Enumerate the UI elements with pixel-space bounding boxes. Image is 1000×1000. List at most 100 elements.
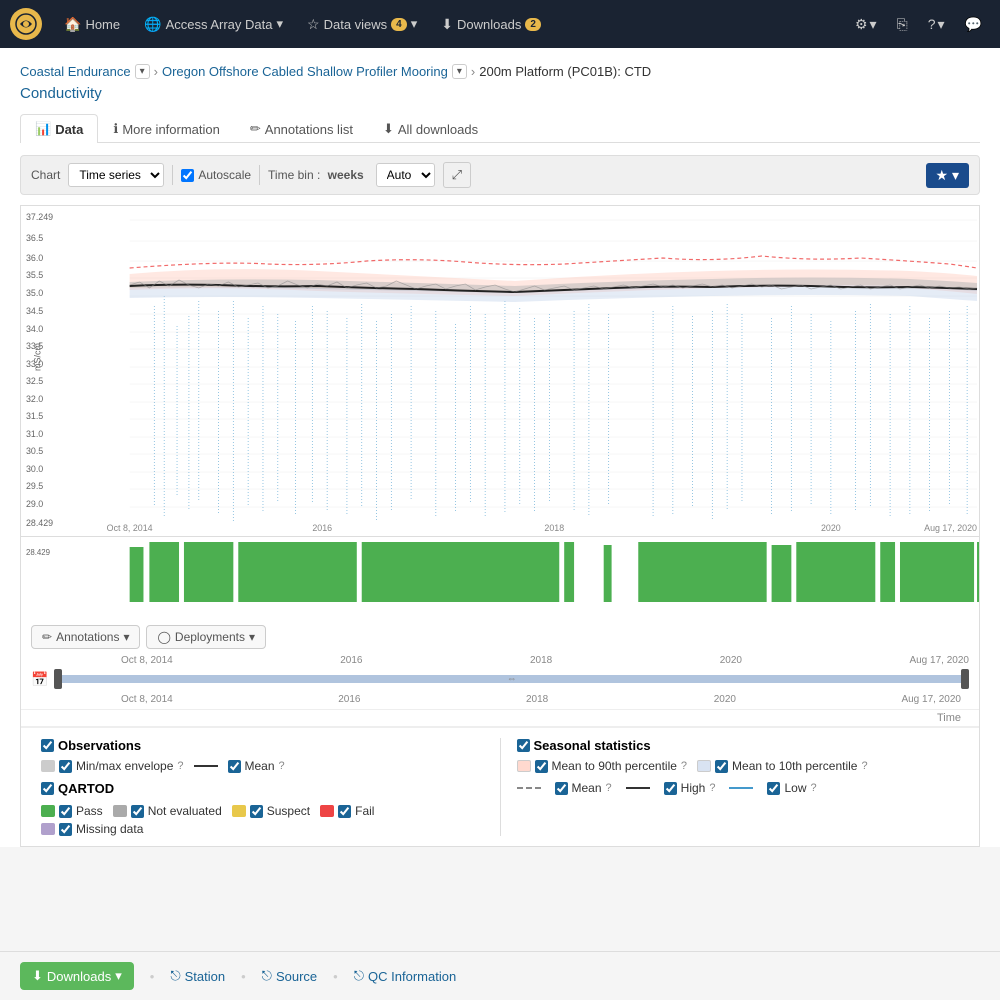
pass-checkbox[interactable]	[59, 805, 72, 818]
timeline-2018: 2018	[530, 655, 552, 666]
breadcrumb-level1-dropdown[interactable]: ▾	[135, 64, 150, 79]
star-icon: ☆	[307, 16, 320, 33]
fail-checkbox[interactable]	[338, 805, 351, 818]
svg-text:29.5: 29.5	[26, 481, 43, 491]
svg-text:30.5: 30.5	[26, 446, 43, 456]
svg-text:2016: 2016	[312, 523, 332, 533]
pencil-icon2: ✏	[42, 630, 52, 644]
expand-button[interactable]: ⤢	[443, 162, 471, 188]
svg-text:29.0: 29.0	[26, 499, 43, 509]
qc-link[interactable]: ⎋ QC Information	[354, 968, 456, 984]
chart-type-label: Chart	[31, 168, 60, 182]
annotations-button[interactable]: ✏ Annotations ▾	[31, 625, 140, 649]
share-button[interactable]: ⎘	[889, 10, 916, 39]
missing-checkbox[interactable]	[59, 823, 72, 836]
slider-handle-left[interactable]	[54, 669, 62, 689]
high-checkbox[interactable]	[664, 782, 677, 795]
globe-icon: 🌐	[144, 16, 161, 33]
toolbar-right: ★ ▾	[926, 163, 969, 188]
legend-container: Observations Min/max envelope ?	[21, 727, 979, 846]
timebin-select[interactable]: Auto	[376, 163, 435, 187]
seasonal-checkbox[interactable]	[517, 739, 530, 752]
nav-access-array-data[interactable]: 🌐 Access Array Data ▾	[134, 10, 293, 39]
not-eval-swatch	[113, 805, 127, 817]
timeline-2016: 2016	[340, 655, 362, 666]
chat-button[interactable]: 💬	[957, 10, 990, 39]
home-icon: 🏠	[64, 16, 81, 33]
tab-annotations[interactable]: ✏ Annotations list	[235, 114, 368, 143]
low-help-icon: ?	[810, 782, 816, 794]
toolbar-separator2	[259, 165, 260, 185]
circle-icon: ◯	[157, 630, 170, 644]
mean10-swatch	[697, 760, 711, 772]
low-checkbox[interactable]	[767, 782, 780, 795]
svg-text:34.0: 34.0	[26, 324, 43, 334]
share-icon: ⎘	[897, 16, 908, 33]
downloads-button[interactable]: ⬇ Downloads ▾	[20, 962, 134, 990]
tab-all-downloads[interactable]: ⬇ All downloads	[368, 114, 493, 143]
tab-more-info[interactable]: ℹ More information	[98, 114, 235, 143]
suspect-checkbox[interactable]	[250, 805, 263, 818]
timeline-2020: 2020	[720, 655, 742, 666]
chart-toolbar: Chart Time series Autoscale Time bin : w…	[20, 155, 980, 195]
toolbar-separator1	[172, 165, 173, 185]
breadcrumb: Coastal Endurance ▾ › Oregon Offshore Ca…	[20, 64, 980, 79]
tab-data[interactable]: 📊 Data	[20, 114, 98, 143]
mean-checkbox[interactable]	[228, 760, 241, 773]
autoscale-checkbox[interactable]	[181, 169, 194, 182]
observations-section: Observations	[41, 738, 141, 753]
nav-home[interactable]: 🏠 Home	[54, 10, 130, 39]
mean-line-swatch	[194, 765, 218, 767]
help-icon: ?	[928, 16, 936, 32]
mean10-checkbox[interactable]	[715, 760, 728, 773]
minmax-checkbox[interactable]	[59, 760, 72, 773]
station-icon: ⎋	[170, 968, 180, 984]
nav-data-views[interactable]: ☆ Data views 4 ▾	[297, 10, 427, 39]
favorite-button[interactable]: ★ ▾	[926, 163, 969, 188]
observations-checkbox[interactable]	[41, 739, 54, 752]
svg-text:34.5: 34.5	[26, 306, 43, 316]
dropdown-arrow-icon2: ▾	[411, 16, 418, 32]
timeline-start: Oct 8, 2014	[121, 655, 173, 666]
legend-seasonal-mean: Mean ?	[555, 781, 612, 795]
svg-text:31.0: 31.0	[26, 429, 43, 439]
svg-text:mS/cm: mS/cm	[33, 343, 43, 371]
time-label: Time	[937, 712, 961, 724]
source-link[interactable]: ⎋ Source	[262, 968, 318, 984]
breadcrumb-level2-dropdown[interactable]: ▾	[452, 64, 467, 79]
station-link[interactable]: ⎋ Station	[170, 968, 225, 984]
breadcrumb-sep1: ›	[154, 64, 158, 79]
svg-text:35.0: 35.0	[26, 288, 43, 298]
svg-text:28.429: 28.429	[26, 518, 53, 528]
breadcrumb-level2[interactable]: Oregon Offshore Cabled Shallow Profiler …	[162, 64, 448, 79]
seasonal-mean-checkbox[interactable]	[555, 782, 568, 795]
minmax-swatch	[41, 760, 55, 772]
settings-arrow: ▾	[870, 16, 877, 33]
legend-missing: Missing data	[41, 822, 143, 836]
svg-text:36.0: 36.0	[26, 253, 43, 263]
svg-text:28.429: 28.429	[26, 548, 51, 557]
dropdown-arrow-icon: ▾	[277, 16, 284, 32]
seasonal-mean-help-icon: ?	[606, 782, 612, 794]
help-button[interactable]: ? ▾	[920, 10, 953, 39]
mean90-checkbox[interactable]	[535, 760, 548, 773]
settings-button[interactable]: ⚙ ▾	[847, 10, 885, 39]
high-help-icon: ?	[709, 782, 715, 794]
downloads-badge: 2	[525, 18, 541, 31]
not-eval-checkbox[interactable]	[131, 805, 144, 818]
nav-downloads[interactable]: ⬇ Downloads 2	[431, 10, 551, 39]
legend-fail: Fail	[320, 804, 374, 818]
breadcrumb-level1[interactable]: Coastal Endurance	[20, 64, 131, 79]
chart-type-select[interactable]: Time series	[68, 163, 164, 187]
qartod-checkbox[interactable]	[41, 782, 54, 795]
slider-handle-right[interactable]	[961, 669, 969, 689]
svg-text:2020: 2020	[821, 523, 841, 533]
breadcrumb-sep2: ›	[471, 64, 475, 79]
deployments-button[interactable]: ◯ Deployments ▾	[146, 625, 266, 649]
legend-high: High ?	[664, 781, 716, 795]
annotations-dropdown-icon: ▾	[123, 630, 129, 644]
tabs-container: 📊 Data ℹ More information ✏ Annotations …	[20, 114, 980, 143]
all-downloads-icon: ⬇	[383, 121, 394, 137]
mean10-help-icon: ?	[861, 760, 867, 772]
qartod-section: QARTOD Pass No	[41, 781, 484, 836]
